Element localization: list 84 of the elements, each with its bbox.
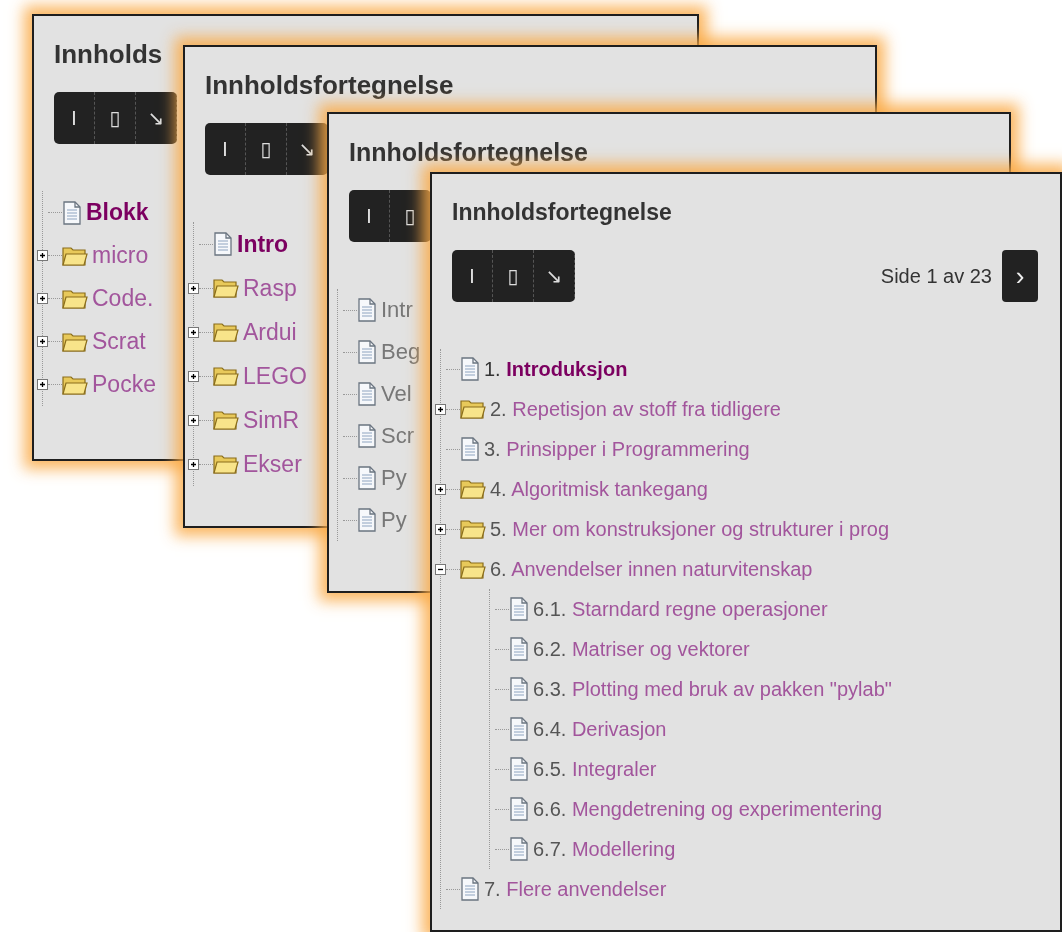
folder-icon — [62, 244, 88, 267]
expand-icon[interactable] — [435, 523, 446, 535]
toc-link[interactable]: 6.6. Mengdetrening og experimentering — [533, 797, 883, 821]
folder-icon — [213, 321, 239, 343]
panel-title: Innholdsfortegnelse — [452, 198, 672, 227]
folder-icon — [213, 365, 239, 387]
toolbar-button[interactable]: ▯ — [246, 123, 287, 175]
expand-icon[interactable] — [188, 414, 199, 426]
toc-link[interactable]: 7. Flere anvendelser — [484, 877, 667, 901]
document-icon — [509, 797, 529, 821]
toc-link[interactable]: 1. Introduksjon — [484, 357, 628, 381]
expand-icon[interactable] — [37, 293, 48, 304]
expand-icon[interactable] — [37, 336, 48, 347]
folder-icon — [213, 277, 239, 299]
toc-link[interactable]: Pocke — [92, 371, 156, 398]
folder-icon — [460, 518, 486, 540]
toc-link[interactable]: 5. Mer om konstruksjoner og strukturer i prog — [490, 517, 890, 541]
toc-link[interactable]: SimR — [243, 406, 300, 434]
toc-link[interactable]: Ardui — [243, 318, 297, 346]
toc-link[interactable]: 6.7. Modellering — [533, 837, 676, 861]
toc-link[interactable]: 6.1. Starndard regne operasjoner — [533, 597, 828, 621]
panel-title: Innholdsfortegnelse — [349, 137, 588, 168]
document-icon — [509, 637, 529, 661]
expand-icon[interactable] — [37, 250, 48, 261]
toc-link[interactable]: 6.5. Integraler — [533, 757, 657, 781]
document-icon — [213, 232, 233, 256]
toolbar-button[interactable]: I — [54, 92, 95, 144]
toc-link[interactable]: Ekser — [243, 450, 302, 478]
expand-icon[interactable] — [435, 403, 446, 415]
expand-icon[interactable] — [435, 483, 446, 495]
toc-link[interactable]: Code. — [92, 285, 154, 312]
document-icon — [509, 837, 529, 861]
document-icon — [509, 677, 529, 701]
toolbar-button[interactable]: I — [205, 123, 246, 175]
toolbar-button[interactable]: I — [452, 250, 493, 302]
next-page-button[interactable]: › — [1002, 250, 1038, 302]
toc-link[interactable]: 2. Repetisjon av stoff fra tidligere — [490, 397, 781, 421]
toc-link[interactable]: 3. Prinsipper i Programmering — [484, 437, 750, 461]
toolbar-button[interactable]: I — [349, 190, 390, 242]
document-icon — [509, 757, 529, 781]
expand-icon[interactable] — [188, 458, 199, 470]
toc-link[interactable]: 6. Anvendelser innen naturvitenskap — [490, 557, 813, 581]
document-icon — [357, 508, 377, 532]
document-icon — [357, 340, 377, 364]
toc-link[interactable]: Intro — [237, 230, 289, 258]
expand-icon[interactable] — [37, 379, 48, 390]
document-icon — [357, 382, 377, 406]
toc-link[interactable]: 6.4. Derivasjon — [533, 717, 667, 741]
document-icon — [62, 200, 82, 225]
folder-icon — [213, 453, 239, 475]
folder-icon — [62, 373, 88, 396]
toc-link[interactable]: 6.3. Plotting med bruk av pakken "pylab" — [533, 677, 892, 701]
toolbar-button[interactable]: ↘ — [136, 92, 177, 144]
toc-link[interactable]: 6.2. Matriser og vektorer — [533, 637, 750, 661]
expand-icon[interactable] — [188, 370, 199, 382]
toolbar-button[interactable]: ▯ — [493, 250, 534, 302]
folder-icon — [62, 330, 88, 353]
document-icon — [460, 437, 480, 461]
expand-icon[interactable] — [188, 326, 199, 338]
folder-icon — [460, 478, 486, 500]
panel-title: Innholdsfortegnelse — [205, 69, 454, 101]
toolbar-button[interactable]: ↘ — [534, 250, 575, 302]
document-icon — [357, 298, 377, 322]
document-icon — [460, 357, 480, 381]
panel-title: Innholds — [54, 38, 163, 70]
toc-link[interactable]: Blokk — [86, 199, 149, 226]
document-icon — [357, 466, 377, 490]
document-icon — [460, 877, 480, 901]
toc-link[interactable]: Rasp — [243, 274, 297, 302]
folder-icon — [213, 409, 239, 431]
document-icon — [357, 424, 377, 448]
toc-link[interactable]: 4. Algoritmisk tankegang — [490, 477, 708, 501]
toc-link[interactable]: micro — [92, 242, 149, 269]
document-icon — [509, 597, 529, 621]
folder-icon — [460, 398, 486, 420]
toc-link[interactable]: Scrat — [92, 328, 146, 355]
toolbar-button[interactable]: ▯ — [95, 92, 136, 144]
page-indicator: Side 1 av 23 — [880, 264, 992, 288]
document-icon — [509, 717, 529, 741]
toc-link[interactable]: LEGO — [243, 362, 307, 390]
folder-icon — [460, 558, 486, 580]
expand-icon[interactable] — [188, 282, 199, 294]
folder-icon — [62, 287, 88, 310]
collapse-icon[interactable] — [435, 563, 446, 575]
